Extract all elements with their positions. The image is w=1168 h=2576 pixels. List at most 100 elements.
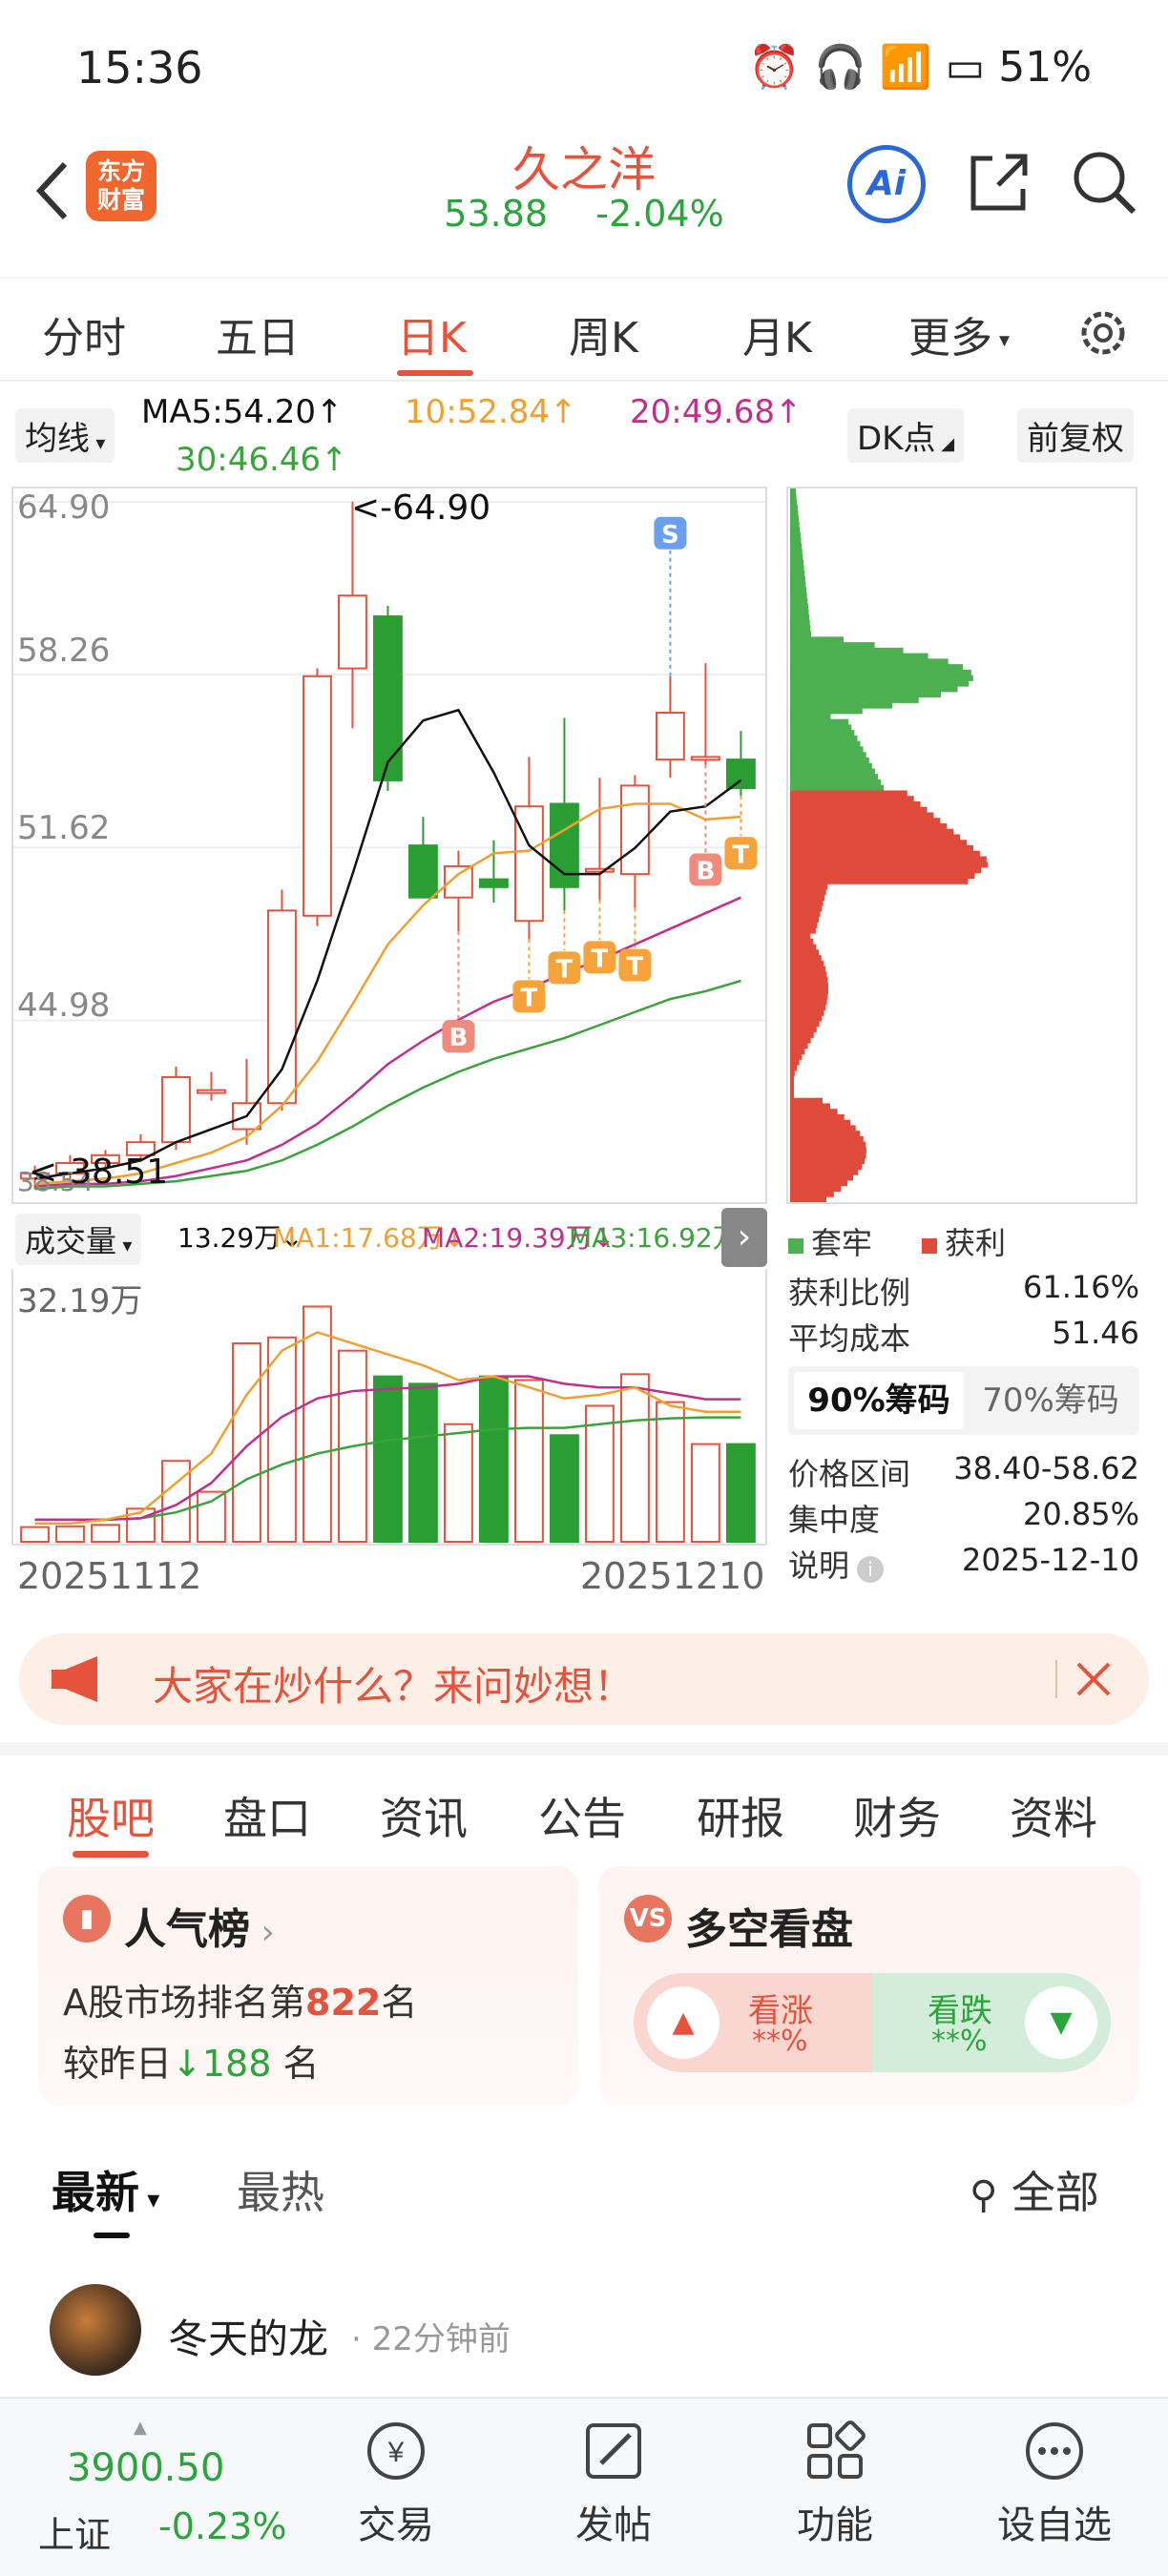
tab-news[interactable]: 资讯	[380, 1784, 468, 1847]
tab-minute[interactable]: 分时	[42, 303, 126, 364]
chip-bar	[790, 999, 827, 1006]
ma10-value: 10:52.84↑	[405, 393, 577, 431]
search-icon[interactable]	[1069, 147, 1139, 218]
info-note: 说明 i 2025-12-10	[788, 1542, 1139, 1586]
nav-function[interactable]: 功能	[763, 2418, 907, 2549]
triangle-up-icon: ▲	[647, 1986, 720, 2059]
popularity-title: 人气榜 ›	[124, 1895, 275, 1956]
tab-daily-k[interactable]: 日K	[397, 303, 467, 364]
close-icon[interactable]	[1069, 1654, 1118, 1704]
tab-five-day[interactable]: 五日	[216, 303, 300, 364]
chip-bar	[790, 818, 941, 824]
chip-tab-90[interactable]: 90%筹码	[794, 1372, 964, 1429]
candle	[373, 615, 403, 781]
tab-announcements[interactable]: 公告	[538, 1784, 626, 1847]
tab-finance[interactable]: 财务	[853, 1784, 941, 1847]
chip-bar	[790, 812, 934, 819]
bearish-button[interactable]: 看跌 **% ▼	[872, 1973, 1111, 2072]
chip-bar	[790, 1153, 866, 1159]
feed-tab-hot[interactable]: 最热	[237, 2158, 324, 2221]
chip-bar	[790, 977, 828, 984]
chip-tab-70[interactable]: 70%筹码	[968, 1372, 1134, 1429]
edit-icon	[586, 2423, 641, 2479]
avatar[interactable]	[50, 2284, 141, 2376]
nav-trade[interactable]: ¥ 交易	[324, 2418, 468, 2549]
adjust-button[interactable]: 前复权	[1017, 408, 1134, 463]
chip-bar	[790, 779, 882, 786]
chip-bar	[790, 856, 987, 862]
nav-add-watchlist[interactable]: 设自选	[983, 2418, 1126, 2549]
chip-bar	[790, 796, 914, 802]
chip-bar	[790, 559, 803, 567]
chip-bar	[790, 878, 969, 884]
signal-label: T	[627, 953, 644, 982]
chip-bar	[790, 488, 796, 495]
chip-bar	[790, 702, 892, 709]
share-icon[interactable]	[964, 147, 1034, 218]
chip-bar	[790, 905, 823, 912]
chip-bar	[790, 1065, 798, 1071]
candle	[408, 844, 438, 899]
info-value: 51.46	[1052, 1315, 1139, 1351]
status-time: 15:36	[76, 42, 203, 93]
info-profit-ratio: 获利比例 61.16%	[788, 1269, 1139, 1313]
bullish-button[interactable]: ▲ 看涨 **%	[634, 1973, 872, 2072]
chip-tabs: 90%筹码 70%筹码	[788, 1366, 1139, 1435]
signal-icon: 📶	[879, 43, 932, 92]
volume-bar	[655, 1401, 685, 1543]
ask-banner[interactable]: 大家在炒什么？来问妙想！	[19, 1633, 1149, 1725]
chip-svg	[790, 488, 989, 1203]
feed-tab-latest[interactable]: 最新 ▾	[52, 2158, 159, 2221]
rank-suffix: 名	[381, 1982, 418, 2024]
signal-label: T	[592, 945, 609, 973]
ai-button[interactable]: Ai	[847, 145, 926, 223]
chip-bar	[790, 1021, 820, 1028]
tab-monthly-k[interactable]: 月K	[742, 303, 812, 364]
ma30-value: 30:46.46↑	[176, 441, 348, 479]
post-time: · 22分钟前	[351, 2320, 511, 2358]
chip-bar	[790, 1163, 863, 1170]
chip-bar	[790, 669, 971, 676]
feed-filter[interactable]: ⚲ 全部	[970, 2158, 1099, 2221]
chip-bar	[790, 598, 808, 605]
rank-value: 822	[305, 1982, 382, 2024]
volume-selector[interactable]: 成交量 ▾	[15, 1214, 142, 1265]
svg-text:¥: ¥	[387, 2437, 405, 2468]
change-suffix: 名	[282, 2043, 320, 2085]
expand-arrow-icon[interactable]: ›	[721, 1208, 767, 1267]
kline-chart[interactable]: BTTTTBTS 64.90 58.26 51.62 44.98 38.54 <…	[11, 487, 767, 1204]
rank-change-line: 较昨日↓188 名	[63, 2034, 320, 2087]
signal-label: T	[556, 955, 574, 984]
chip-bar	[790, 592, 807, 599]
tab-more[interactable]: 更多 ▾	[908, 303, 1010, 364]
index-ticker[interactable]: ▲ 3900.50 上证 -0.23%	[38, 2418, 286, 2561]
tab-profile[interactable]: 资料	[1010, 1784, 1097, 1847]
tab-weekly-k[interactable]: 周K	[569, 303, 638, 364]
header: 东方 财富 久之洋 53.88 -2.04% Ai	[0, 124, 1168, 258]
info-value: 61.16%	[1022, 1269, 1139, 1305]
chip-bar	[790, 724, 852, 731]
chip-bar	[790, 603, 808, 611]
feed-tab-latest-label: 最新	[52, 2167, 139, 2218]
chip-bar	[790, 757, 869, 764]
info-circle-icon[interactable]: i	[857, 1556, 885, 1583]
candle	[584, 867, 615, 873]
volume-max-label: 32.19万	[17, 1282, 143, 1320]
chip-bar	[790, 1169, 859, 1175]
chip-bar	[790, 1119, 851, 1126]
status-bar: 15:36 ⏰ 🎧 📶 ▭ 51%	[0, 0, 1168, 124]
ma-selector[interactable]: 均线 ▾	[15, 408, 115, 463]
chip-bar	[790, 746, 864, 753]
popularity-card[interactable]: ▮ 人气榜 › A股市场排名第822名 较昨日↓188 名	[38, 1866, 578, 2105]
caret-down-icon: ▾	[139, 2186, 160, 2214]
dk-point-button[interactable]: DK点 ◢	[847, 408, 965, 463]
info-label: 说明	[788, 1548, 850, 1584]
tab-research[interactable]: 研报	[697, 1784, 784, 1847]
chip-bar	[790, 1091, 794, 1099]
tab-guba[interactable]: 股吧	[67, 1784, 155, 1847]
period-tabs: 分时 五日 日K 周K 月K 更多 ▾	[0, 277, 1168, 382]
gear-icon[interactable]	[1074, 303, 1133, 363]
post-user[interactable]: 冬天的龙	[168, 2307, 328, 2365]
nav-post[interactable]: 发帖	[542, 2418, 685, 2549]
tab-pankou[interactable]: 盘口	[223, 1784, 311, 1847]
